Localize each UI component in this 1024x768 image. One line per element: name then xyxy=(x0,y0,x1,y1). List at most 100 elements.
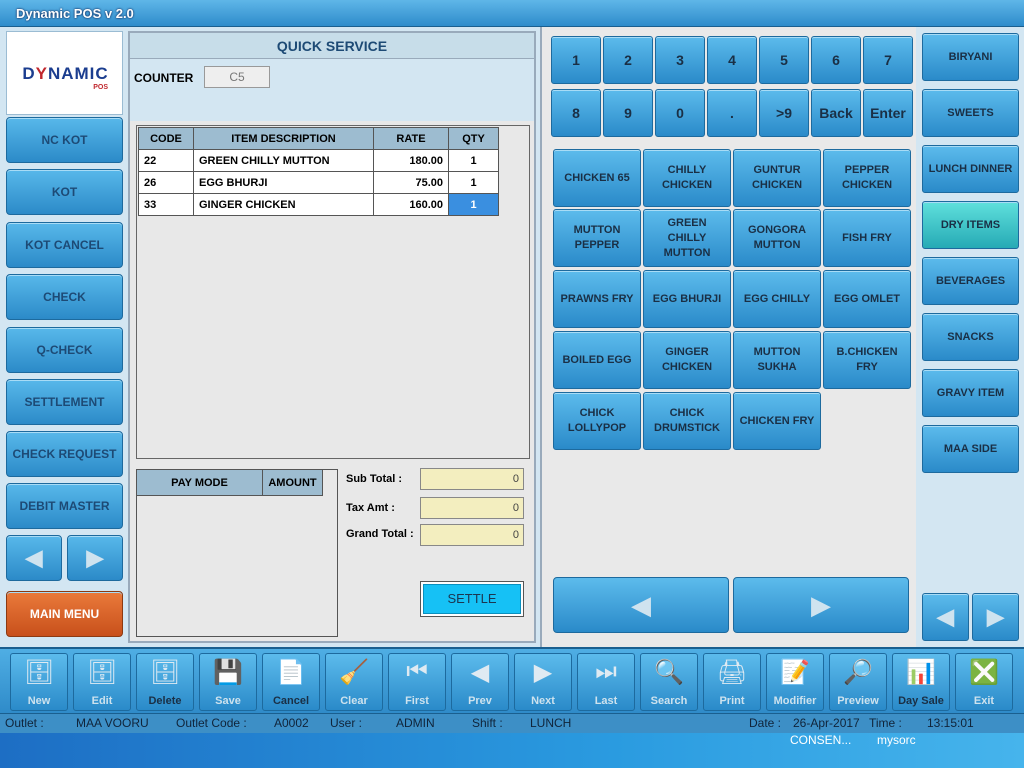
col-pay-mode: PAY MODE xyxy=(137,470,263,496)
item-qty-selected[interactable]: 1 xyxy=(448,193,499,216)
nc-kot-button[interactable]: NC KOT xyxy=(6,117,123,163)
modifier-button[interactable]: 📝 Modifier xyxy=(766,653,824,711)
item-button[interactable]: GONGORA MUTTON xyxy=(733,209,821,267)
order-items-grid[interactable]: CODE ITEM DESCRIPTION RATE QTY 22 GREEN … xyxy=(136,125,530,459)
numpad-enter[interactable]: Enter xyxy=(863,89,913,137)
numpad-6[interactable]: 6 xyxy=(811,36,861,84)
check-request-button[interactable]: CHECK REQUEST xyxy=(6,431,123,477)
numpad-back[interactable]: Back xyxy=(811,89,861,137)
category-dry-items[interactable]: DRY ITEMS xyxy=(922,201,1019,249)
table-row[interactable]: 22 GREEN CHILLY MUTTON 180.00 1 xyxy=(138,149,499,172)
quick-service-panel: QUICK SERVICE COUNTER C5 CODE ITEM DESCR… xyxy=(128,31,536,643)
numpad-5[interactable]: 5 xyxy=(759,36,809,84)
item-button[interactable]: GUNTUR CHICKEN xyxy=(733,149,821,207)
category-gravy-item[interactable]: GRAVY ITEM xyxy=(922,369,1019,417)
numpad-7[interactable]: 7 xyxy=(863,36,913,84)
category-sweets[interactable]: SWEETS xyxy=(922,89,1019,137)
item-button[interactable]: PRAWNS FRY xyxy=(553,270,641,328)
next-button[interactable]: ▶ Next xyxy=(514,653,572,711)
window-titlebar[interactable]: Dynamic POS v 2.0 xyxy=(0,0,1024,27)
clear-button[interactable]: 🧹 Clear xyxy=(325,653,383,711)
left-prev-arrow-icon[interactable]: ◀ xyxy=(6,535,62,581)
preview-button[interactable]: 🔎 Preview xyxy=(829,653,887,711)
counter-label: COUNTER xyxy=(134,71,194,85)
delete-button[interactable]: 🗄 Delete xyxy=(136,653,194,711)
next-record-icon: ▶ xyxy=(533,659,553,686)
item-button[interactable]: CHICKEN 65 xyxy=(553,149,641,207)
item-rate: 160.00 xyxy=(373,193,449,216)
item-button[interactable]: CHICK DRUMSTICK xyxy=(643,392,731,450)
desktop-item-mysorc[interactable]: mysorc xyxy=(877,733,916,747)
settle-button[interactable]: SETTLE xyxy=(420,581,524,617)
items-next-page-icon[interactable]: ▶ xyxy=(733,577,909,633)
item-button[interactable]: B.CHICKEN FRY xyxy=(823,331,911,389)
item-button[interactable]: EGG CHILLY xyxy=(733,270,821,328)
check-button[interactable]: CHECK xyxy=(6,274,123,320)
item-button[interactable]: CHILLY CHICKEN xyxy=(643,149,731,207)
numpad-2[interactable]: 2 xyxy=(603,36,653,84)
q-check-button[interactable]: Q-CHECK xyxy=(6,327,123,373)
numpad-0[interactable]: 0 xyxy=(655,89,705,137)
item-button[interactable]: PEPPER CHICKEN xyxy=(823,149,911,207)
numpad-1[interactable]: 1 xyxy=(551,36,601,84)
last-record-icon: ⏭ xyxy=(595,658,617,685)
numpad-8[interactable]: 8 xyxy=(551,89,601,137)
new-button[interactable]: 🗄 New xyxy=(10,653,68,711)
numpad-3[interactable]: 3 xyxy=(655,36,705,84)
category-prev-icon[interactable]: ◀ xyxy=(922,593,969,641)
category-lunch-dinner[interactable]: LUNCH DINNER xyxy=(922,145,1019,193)
edit-button[interactable]: 🗄 Edit xyxy=(73,653,131,711)
save-button[interactable]: 💾 Save xyxy=(199,653,257,711)
item-button[interactable]: CHICK LOLLYPOP xyxy=(553,392,641,450)
table-row[interactable]: 33 GINGER CHICKEN 160.00 1 xyxy=(138,193,499,216)
item-qty[interactable]: 1 xyxy=(448,149,499,172)
prev-record-icon: ◀ xyxy=(470,659,490,686)
print-button[interactable]: 🖨 Print xyxy=(703,653,761,711)
category-beverages[interactable]: BEVERAGES xyxy=(922,257,1019,305)
database-add-icon: 🗄 xyxy=(23,659,55,686)
pay-mode-grid[interactable]: PAY MODE AMOUNT xyxy=(136,469,338,637)
item-button[interactable]: GINGER CHICKEN xyxy=(643,331,731,389)
grand-total-field: 0 xyxy=(420,524,524,546)
item-button[interactable]: BOILED EGG xyxy=(553,331,641,389)
main-area: DYNAMIC POS NC KOT KOT KOT CANCEL CHECK … xyxy=(0,27,1024,647)
item-qty[interactable]: 1 xyxy=(448,171,499,194)
counter-field[interactable]: C5 xyxy=(204,66,270,88)
last-button[interactable]: ⏭ Last xyxy=(577,653,635,711)
main-menu-button[interactable]: MAIN MENU xyxy=(6,591,123,637)
item-button[interactable]: EGG OMLET xyxy=(823,270,911,328)
item-button[interactable]: MUTTON SUKHA xyxy=(733,331,821,389)
table-row[interactable]: 26 EGG BHURJI 75.00 1 xyxy=(138,171,499,194)
numpad-9[interactable]: 9 xyxy=(603,89,653,137)
prev-button[interactable]: ◀ Prev xyxy=(451,653,509,711)
outlet-label: Outlet : xyxy=(5,716,44,730)
kot-cancel-button[interactable]: KOT CANCEL xyxy=(6,222,123,268)
category-maa-side[interactable]: MAA SIDE xyxy=(922,425,1019,473)
debit-master-button[interactable]: DEBIT MASTER xyxy=(6,483,123,529)
exit-button[interactable]: ❎ Exit xyxy=(955,653,1013,711)
desktop-item-consent[interactable]: CONSEN... xyxy=(790,733,851,747)
first-button[interactable]: ⏮ First xyxy=(388,653,446,711)
category-biryani[interactable]: BIRYANI xyxy=(922,33,1019,81)
item-button[interactable]: FISH FRY xyxy=(823,209,911,267)
item-button[interactable]: MUTTON PEPPER xyxy=(553,209,641,267)
grand-total-label: Grand Total : xyxy=(346,528,414,540)
items-prev-page-icon[interactable]: ◀ xyxy=(553,577,729,633)
category-snacks[interactable]: SNACKS xyxy=(922,313,1019,361)
settlement-button[interactable]: SETTLEMENT xyxy=(6,379,123,425)
cancel-button[interactable]: 📄 Cancel xyxy=(262,653,320,711)
logo-text: DYNAMIC xyxy=(22,64,109,83)
item-button[interactable]: EGG BHURJI xyxy=(643,270,731,328)
left-next-arrow-icon[interactable]: ▶ xyxy=(67,535,123,581)
search-button[interactable]: 🔍 Search xyxy=(640,653,698,711)
numpad-greater-9[interactable]: >9 xyxy=(759,89,809,137)
numpad-decimal[interactable]: . xyxy=(707,89,757,137)
item-button[interactable]: GREEN CHILLY MUTTON xyxy=(643,209,731,267)
item-description: GINGER CHICKEN xyxy=(193,193,374,216)
category-next-icon[interactable]: ▶ xyxy=(972,593,1019,641)
kot-button[interactable]: KOT xyxy=(6,169,123,215)
item-button[interactable]: CHICKEN FRY xyxy=(733,392,821,450)
numpad-4[interactable]: 4 xyxy=(707,36,757,84)
user-label: User : xyxy=(330,716,363,730)
day-sale-button[interactable]: 📊 Day Sale xyxy=(892,653,950,711)
